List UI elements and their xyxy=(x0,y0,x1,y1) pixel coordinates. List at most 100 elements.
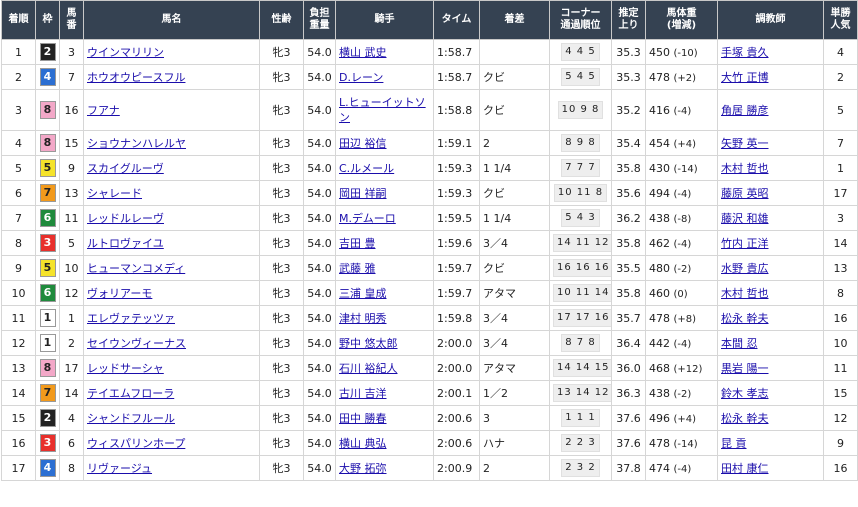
trainer-cell[interactable]: 藤沢 和雄 xyxy=(717,205,824,231)
trainer-cell[interactable]: 竹内 正洋 xyxy=(717,230,824,256)
trainer-cell-link[interactable]: 木村 哲也 xyxy=(721,287,769,300)
trainer-cell[interactable]: 田村 康仁 xyxy=(717,455,824,481)
trainer-cell[interactable]: 角居 勝彦 xyxy=(717,89,824,131)
jockey-cell[interactable]: 大野 拓弥 xyxy=(335,455,434,481)
horse-name-cell-link[interactable]: テイエムフローラ xyxy=(87,387,174,400)
horse-name-cell[interactable]: テイエムフローラ xyxy=(83,380,260,406)
horse-name-cell-link[interactable]: ルトロヴァイユ xyxy=(87,237,164,250)
jockey-cell-link[interactable]: C.ルメール xyxy=(339,162,394,175)
jockey-cell[interactable]: M.デムーロ xyxy=(335,205,434,231)
horse-name-cell[interactable]: セイウンヴィーナス xyxy=(83,330,260,356)
trainer-cell-link[interactable]: 松永 幹夫 xyxy=(721,412,769,425)
horse-name-cell-link[interactable]: ヒューマンコメディ xyxy=(87,262,185,275)
horse-name-cell[interactable]: エレヴァテッツァ xyxy=(83,305,260,331)
jockey-cell-link[interactable]: M.デムーロ xyxy=(339,212,396,225)
trainer-cell[interactable]: 矢野 英一 xyxy=(717,130,824,156)
trainer-cell-link[interactable]: 水野 貴広 xyxy=(721,262,769,275)
jockey-cell-link[interactable]: D.レーン xyxy=(339,71,383,84)
jockey-cell-link[interactable]: 田中 勝春 xyxy=(339,412,387,425)
horse-name-cell[interactable]: スカイグルーヴ xyxy=(83,155,260,181)
horse-name-cell[interactable]: ヒューマンコメディ xyxy=(83,255,260,281)
jockey-cell[interactable]: 岡田 祥嗣 xyxy=(335,180,434,206)
horse-name-cell-link[interactable]: ヴォリアーモ xyxy=(87,287,152,300)
jockey-cell-link[interactable]: 古川 吉洋 xyxy=(339,387,387,400)
horse-name-cell[interactable]: シャレード xyxy=(83,180,260,206)
jockey-cell[interactable]: L.ヒューイットソン xyxy=(335,89,434,131)
trainer-cell-link[interactable]: 手塚 貴久 xyxy=(721,46,769,59)
jockey-cell[interactable]: 田辺 裕信 xyxy=(335,130,434,156)
trainer-cell-link[interactable]: 矢野 英一 xyxy=(721,137,769,150)
jockey-cell-link[interactable]: 岡田 祥嗣 xyxy=(339,187,387,200)
horse-name-cell-link[interactable]: セイウンヴィーナス xyxy=(87,337,186,350)
trainer-cell-link[interactable]: 大竹 正博 xyxy=(721,71,769,84)
jockey-cell[interactable]: 武藤 雅 xyxy=(335,255,434,281)
horse-name-cell-link[interactable]: ショウナンハレルヤ xyxy=(87,137,186,150)
jockey-cell[interactable]: 横山 武史 xyxy=(335,39,434,65)
horse-name-cell[interactable]: ウインマリリン xyxy=(83,39,260,65)
horse-name-cell-link[interactable]: レッドルレーヴ xyxy=(87,212,164,225)
jockey-cell[interactable]: 横山 典弘 xyxy=(335,430,434,456)
jockey-cell[interactable]: 古川 吉洋 xyxy=(335,380,434,406)
trainer-cell[interactable]: 藤原 英昭 xyxy=(717,180,824,206)
horse-name-cell-link[interactable]: レッドサーシャ xyxy=(87,362,164,375)
trainer-cell[interactable]: 木村 哲也 xyxy=(717,155,824,181)
trainer-cell[interactable]: 松永 幹夫 xyxy=(717,305,824,331)
trainer-cell-link[interactable]: 田村 康仁 xyxy=(721,462,769,475)
jockey-cell-link[interactable]: 武藤 雅 xyxy=(339,262,376,275)
jockey-cell[interactable]: 野中 悠太郎 xyxy=(335,330,434,356)
trainer-cell[interactable]: 黒岩 陽一 xyxy=(717,355,824,381)
jockey-cell-link[interactable]: 石川 裕紀人 xyxy=(339,362,398,375)
jockey-cell-link[interactable]: L.ヒューイットソン xyxy=(339,96,426,124)
jockey-cell-link[interactable]: 野中 悠太郎 xyxy=(339,337,398,350)
jockey-cell[interactable]: 津村 明秀 xyxy=(335,305,434,331)
horse-name-cell-link[interactable]: スカイグルーヴ xyxy=(87,162,164,175)
horse-name-cell[interactable]: レッドサーシャ xyxy=(83,355,260,381)
jockey-cell-link[interactable]: 吉田 豊 xyxy=(339,237,376,250)
jockey-cell[interactable]: C.ルメール xyxy=(335,155,434,181)
horse-name-cell-link[interactable]: エレヴァテッツァ xyxy=(87,312,175,325)
horse-name-cell[interactable]: フアナ xyxy=(83,89,260,131)
trainer-cell-link[interactable]: 松永 幹夫 xyxy=(721,312,769,325)
jockey-cell-link[interactable]: 田辺 裕信 xyxy=(339,137,387,150)
jockey-cell[interactable]: 三浦 皇成 xyxy=(335,280,434,306)
horse-name-cell-link[interactable]: シャレード xyxy=(87,187,142,200)
trainer-cell[interactable]: 本間 忍 xyxy=(717,330,824,356)
trainer-cell[interactable]: 大竹 正博 xyxy=(717,64,824,90)
horse-name-cell-link[interactable]: フアナ xyxy=(87,104,120,117)
jockey-cell-link[interactable]: 大野 拓弥 xyxy=(339,462,387,475)
trainer-cell-link[interactable]: 鈴木 孝志 xyxy=(721,387,769,400)
horse-name-cell[interactable]: ウィスパリンホープ xyxy=(83,430,260,456)
horse-name-cell[interactable]: ショウナンハレルヤ xyxy=(83,130,260,156)
jockey-cell-link[interactable]: 横山 典弘 xyxy=(339,437,387,450)
trainer-cell-link[interactable]: 藤原 英昭 xyxy=(721,187,769,200)
horse-name-cell-link[interactable]: リヴァージュ xyxy=(87,462,152,475)
jockey-cell[interactable]: 田中 勝春 xyxy=(335,405,434,431)
horse-name-cell[interactable]: ヴォリアーモ xyxy=(83,280,260,306)
jockey-cell-link[interactable]: 横山 武史 xyxy=(339,46,387,59)
trainer-cell[interactable]: 昆 貢 xyxy=(717,430,824,456)
horse-name-cell-link[interactable]: ウィスパリンホープ xyxy=(87,437,185,450)
jockey-cell[interactable]: 吉田 豊 xyxy=(335,230,434,256)
trainer-cell[interactable]: 手塚 貴久 xyxy=(717,39,824,65)
trainer-cell[interactable]: 水野 貴広 xyxy=(717,255,824,281)
trainer-cell-link[interactable]: 昆 貢 xyxy=(721,437,747,450)
jockey-cell[interactable]: D.レーン xyxy=(335,64,434,90)
horse-name-cell-link[interactable]: ホウオウピースフル xyxy=(87,71,185,84)
horse-name-cell[interactable]: ホウオウピースフル xyxy=(83,64,260,90)
jockey-cell[interactable]: 石川 裕紀人 xyxy=(335,355,434,381)
jockey-cell-link[interactable]: 三浦 皇成 xyxy=(339,287,387,300)
trainer-cell[interactable]: 鈴木 孝志 xyxy=(717,380,824,406)
trainer-cell-link[interactable]: 木村 哲也 xyxy=(721,162,769,175)
trainer-cell-link[interactable]: 竹内 正洋 xyxy=(721,237,769,250)
trainer-cell-link[interactable]: 黒岩 陽一 xyxy=(721,362,769,375)
trainer-cell[interactable]: 松永 幹夫 xyxy=(717,405,824,431)
trainer-cell-link[interactable]: 角居 勝彦 xyxy=(721,104,769,117)
trainer-cell[interactable]: 木村 哲也 xyxy=(717,280,824,306)
horse-name-cell-link[interactable]: ウインマリリン xyxy=(87,46,164,59)
trainer-cell-link[interactable]: 本間 忍 xyxy=(721,337,758,350)
horse-name-cell-link[interactable]: シャンドフルール xyxy=(87,412,175,425)
trainer-cell-link[interactable]: 藤沢 和雄 xyxy=(721,212,769,225)
horse-name-cell[interactable]: ルトロヴァイユ xyxy=(83,230,260,256)
jockey-cell-link[interactable]: 津村 明秀 xyxy=(339,312,387,325)
horse-name-cell[interactable]: リヴァージュ xyxy=(83,455,260,481)
